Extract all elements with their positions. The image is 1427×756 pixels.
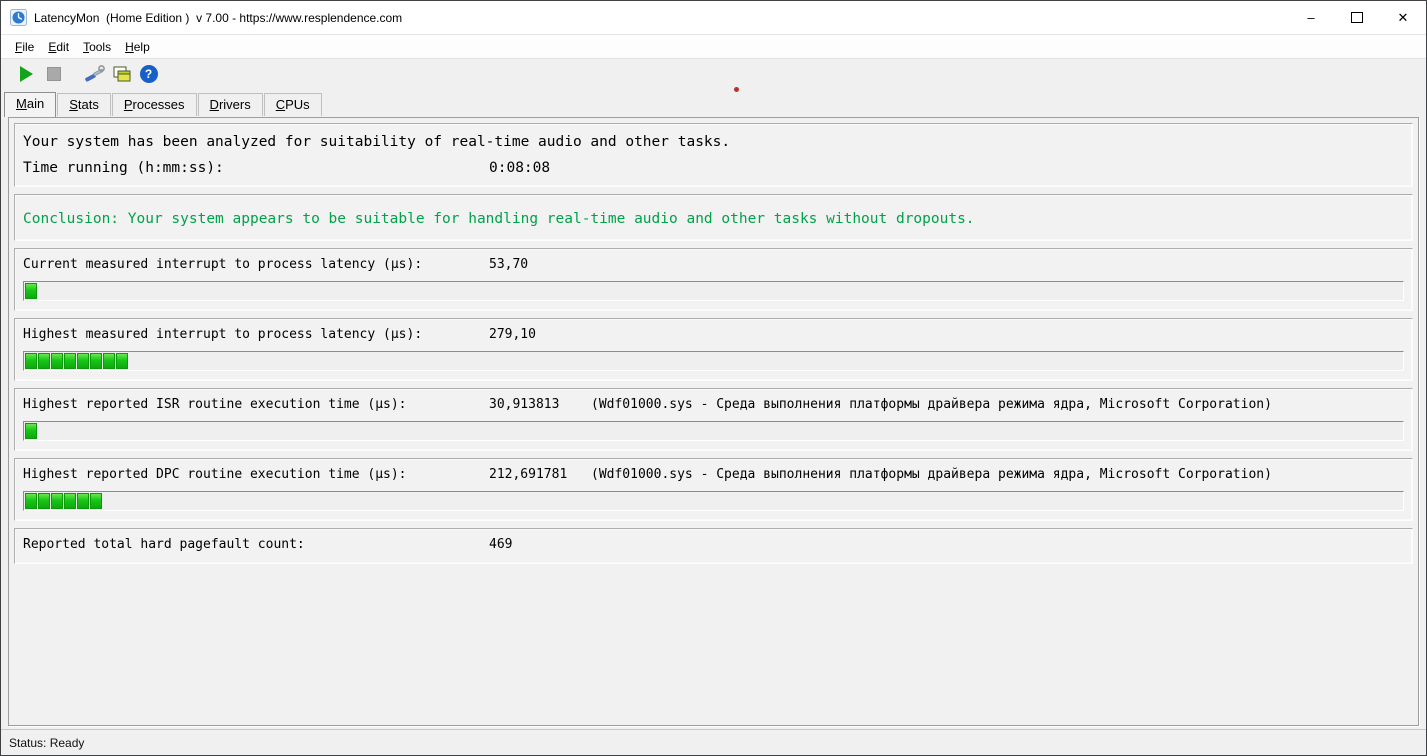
metric-dpc-time: Highest reported DPC routine execution t… — [14, 458, 1413, 521]
menu-file[interactable]: File — [8, 37, 41, 57]
close-button[interactable]: ✕ — [1380, 1, 1426, 34]
metric-detail: (Wdf01000.sys - Среда выполнения платфор… — [591, 397, 1272, 412]
menu-edit[interactable]: Edit — [41, 37, 76, 57]
tab-drivers[interactable]: Drivers — [197, 93, 263, 116]
bar-segment — [51, 353, 63, 369]
tab-processes[interactable]: Processes — [111, 93, 197, 116]
options-button[interactable] — [81, 62, 108, 87]
conclusion-text: Conclusion: Your system appears to be su… — [23, 211, 975, 227]
bar-segment — [38, 493, 50, 509]
help-button[interactable]: ? — [135, 62, 162, 87]
menubar: File Edit Tools Help — [1, 35, 1426, 58]
app-window: LatencyMon (Home Edition ) v 7.00 - http… — [0, 0, 1427, 756]
metric-highest-latency: Highest measured interrupt to process la… — [14, 318, 1413, 381]
metric-value: 279,10 — [489, 327, 536, 342]
tab-bar: Main Stats Processes Drivers CPUs — [1, 89, 1426, 117]
metric-isr-time: Highest reported ISR routine execution t… — [14, 388, 1413, 451]
conclusion-box: Conclusion: Your system appears to be su… — [14, 194, 1413, 241]
metric-label: Reported total hard pagefault count: — [23, 537, 305, 552]
red-dot — [734, 87, 739, 92]
menu-help[interactable]: Help — [118, 37, 157, 57]
bar-segment — [64, 353, 76, 369]
isr-time-bar — [23, 421, 1404, 441]
copy-report-icon — [113, 66, 130, 81]
metric-detail — [591, 256, 1404, 274]
bar-segment — [116, 353, 128, 369]
stop-button[interactable] — [40, 62, 67, 87]
maximize-icon — [1351, 12, 1363, 23]
metric-label: Current measured interrupt to process la… — [23, 257, 423, 272]
status-text: Status: Ready — [9, 735, 85, 750]
toolbar: ? — [1, 58, 1426, 89]
maximize-button[interactable] — [1334, 1, 1380, 34]
window-title: LatencyMon (Home Edition ) v 7.00 - http… — [34, 10, 403, 25]
tab-cpus[interactable]: CPUs — [263, 93, 322, 116]
start-button[interactable] — [13, 62, 40, 87]
bar-segment — [103, 353, 115, 369]
metric-value: 469 — [489, 537, 513, 552]
metric-value: 30,913813 — [489, 397, 560, 412]
bar-segment — [25, 353, 37, 369]
tab-main[interactable]: Main — [4, 92, 57, 117]
bar-segment — [25, 423, 37, 439]
metric-detail — [591, 536, 1404, 554]
tab-stats[interactable]: Stats — [57, 93, 111, 116]
metric-label: Highest reported DPC routine execution t… — [23, 467, 407, 482]
metric-label: Highest measured interrupt to process la… — [23, 327, 423, 342]
main-panel: Your system has been analyzed for suitab… — [8, 117, 1419, 726]
bar-segment — [90, 353, 102, 369]
bar-segment — [77, 353, 89, 369]
dpc-time-bar — [23, 491, 1404, 511]
app-icon — [10, 9, 27, 26]
titlebar: LatencyMon (Home Edition ) v 7.00 - http… — [1, 1, 1426, 35]
metric-pagefault-count: Reported total hard pagefault count: 469 — [14, 528, 1413, 564]
time-running-value: 0:08:08 — [489, 160, 551, 176]
summary-box: Your system has been analyzed for suitab… — [14, 123, 1413, 187]
status-bar: Status: Ready — [1, 729, 1426, 755]
help-icon: ? — [139, 65, 158, 83]
bar-segment — [77, 493, 89, 509]
minimize-button[interactable]: – — [1288, 1, 1334, 34]
stop-icon — [46, 67, 61, 81]
time-running-label: Time running (h:mm:ss): — [23, 160, 224, 176]
intro-text: Your system has been analyzed for suitab… — [23, 134, 731, 150]
current-latency-bar — [23, 281, 1404, 301]
window-controls: – ✕ — [1288, 1, 1426, 34]
bar-segment — [51, 493, 63, 509]
bar-segment — [25, 283, 37, 299]
metric-detail — [591, 326, 1404, 344]
highest-latency-bar — [23, 351, 1404, 371]
bar-segment — [90, 493, 102, 509]
metric-detail: (Wdf01000.sys - Среда выполнения платфор… — [591, 467, 1272, 482]
metric-current-latency: Current measured interrupt to process la… — [14, 248, 1413, 311]
bar-segment — [38, 353, 50, 369]
metric-value: 212,691781 — [489, 467, 568, 482]
metric-label: Highest reported ISR routine execution t… — [23, 397, 407, 412]
bar-segment — [64, 493, 76, 509]
copy-report-button[interactable] — [108, 62, 135, 87]
play-icon — [20, 66, 33, 82]
metric-value: 53,70 — [489, 257, 529, 272]
menu-tools[interactable]: Tools — [76, 37, 118, 57]
bar-segment — [25, 493, 37, 509]
tools-icon — [84, 65, 105, 82]
